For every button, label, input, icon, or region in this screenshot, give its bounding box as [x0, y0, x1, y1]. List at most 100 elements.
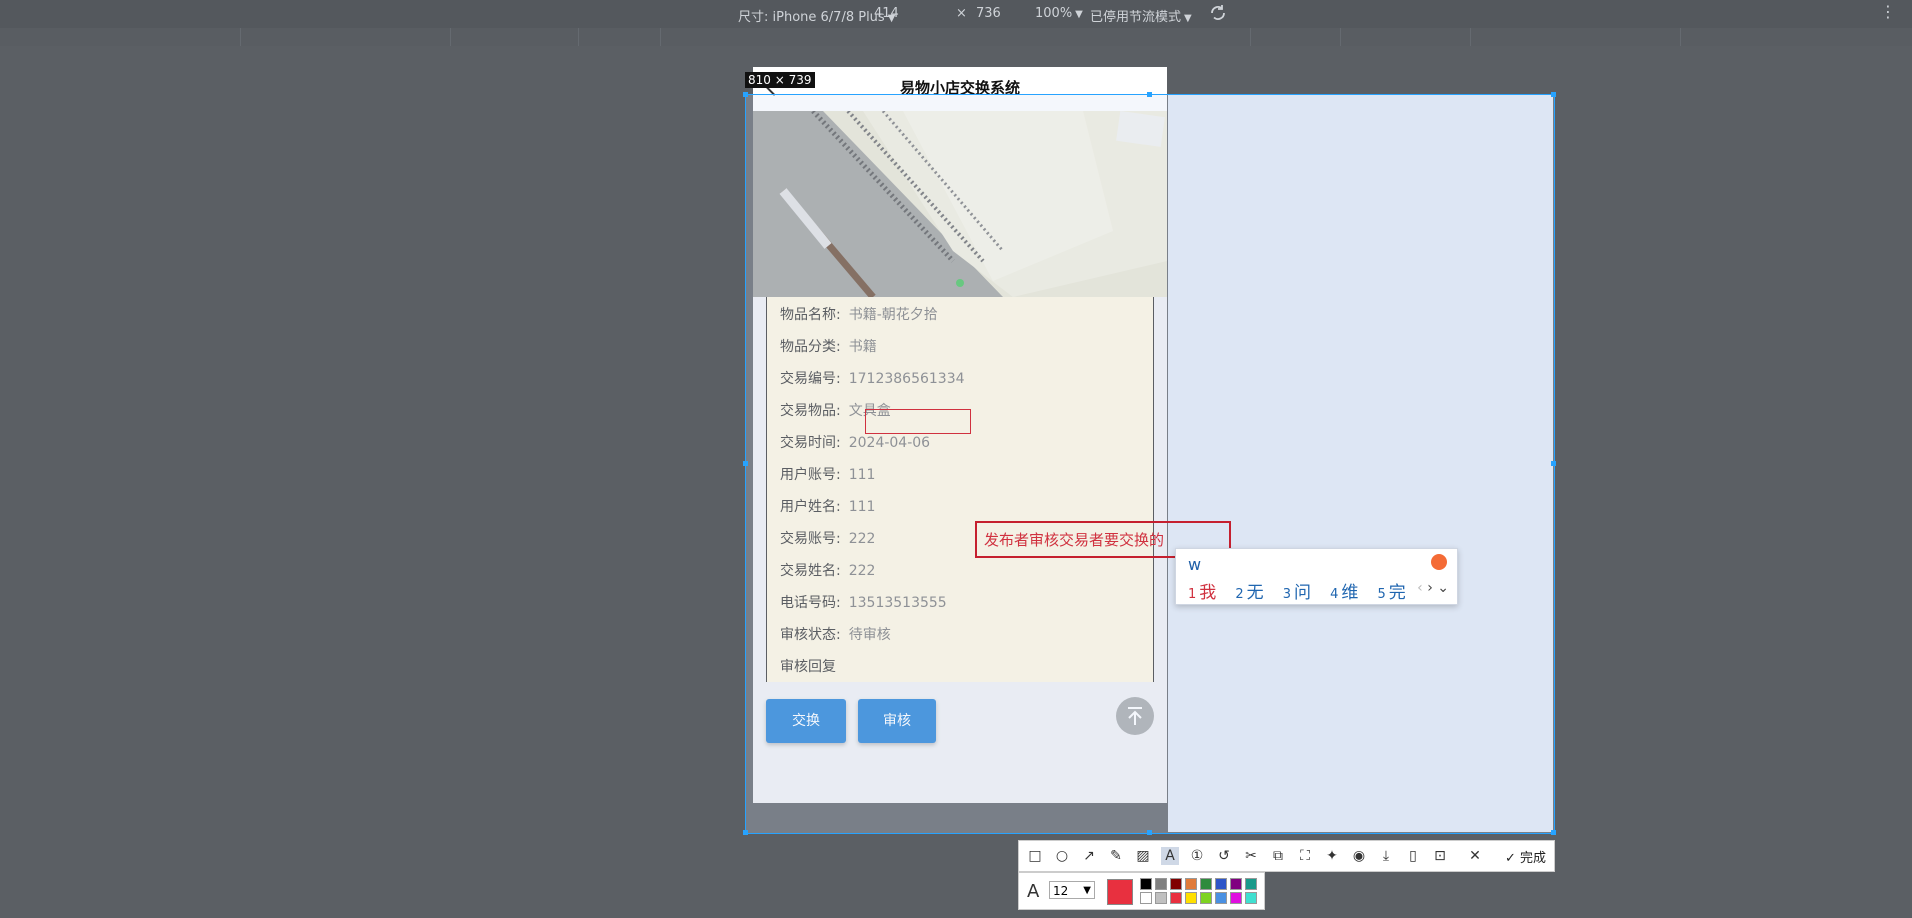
record-icon[interactable]: ◉ — [1350, 847, 1368, 865]
ocr-icon[interactable]: ⛶ — [1296, 847, 1314, 865]
number-tool-icon[interactable]: ① — [1188, 847, 1206, 865]
width-input[interactable]: 414 — [874, 6, 899, 21]
exchange-button[interactable]: 交换 — [766, 699, 846, 743]
chevron-down-icon: ▼ — [1184, 13, 1192, 24]
ime-candidate[interactable]: 4维 — [1330, 578, 1358, 603]
color-swatch[interactable] — [1200, 892, 1212, 904]
audit-button[interactable]: 审核 — [858, 699, 936, 743]
resize-handle[interactable] — [1147, 830, 1152, 835]
text-tool-icon[interactable]: A — [1161, 847, 1179, 865]
device-label: 尺寸: iPhone 6/7/8 Plus — [738, 10, 885, 25]
close-icon[interactable]: ✕ — [1466, 847, 1484, 865]
ruler-tick — [1250, 28, 1251, 46]
detail-row: 物品名称: 书籍-朝花夕拾 — [780, 307, 938, 323]
detail-row: 用户账号: 111 — [780, 467, 876, 483]
chevron-left-icon[interactable]: ‹ — [1417, 580, 1423, 596]
ime-candidate[interactable]: 1我 — [1188, 578, 1216, 603]
resize-handle[interactable] — [743, 830, 748, 835]
color-swatch[interactable] — [1185, 892, 1197, 904]
color-swatch[interactable] — [1245, 892, 1257, 904]
check-icon: ✓ — [1504, 851, 1516, 866]
app-header: 易物小店交换系统 — [753, 67, 1167, 111]
color-swatch[interactable] — [1200, 878, 1212, 890]
media-query-ruler — [0, 28, 1912, 46]
chevron-down-icon: ▼ — [1075, 9, 1083, 20]
more-icon[interactable]: ⋮ — [1880, 2, 1896, 21]
annotation-text[interactable]: 发布者审核交易者要交换的 — [984, 529, 1164, 550]
color-swatch[interactable] — [1245, 878, 1257, 890]
resize-handle[interactable] — [1551, 461, 1556, 466]
color-swatch[interactable] — [1140, 892, 1152, 904]
ime-candidate-list: 1我 2无 3问 4维 5完 — [1188, 578, 1420, 603]
zoom-label: 100% — [1035, 6, 1073, 21]
color-swatch[interactable] — [1215, 878, 1227, 890]
item-image — [753, 111, 1167, 297]
color-swatch[interactable] — [1155, 878, 1167, 890]
current-color-swatch[interactable] — [1107, 879, 1133, 905]
detail-row: 用户姓名: 111 — [780, 499, 876, 515]
resize-handle[interactable] — [1551, 830, 1556, 835]
download-icon[interactable]: ⤓ — [1377, 847, 1395, 865]
pen-tool-icon[interactable]: ✎ — [1107, 847, 1125, 865]
ime-candidate[interactable]: 3问 — [1283, 578, 1311, 603]
resize-handle[interactable] — [743, 461, 748, 466]
height-input[interactable]: 736 — [976, 6, 1001, 21]
chevron-right-icon[interactable]: › — [1427, 580, 1433, 596]
font-size-value: 12 — [1053, 884, 1069, 898]
ruler-tick — [1470, 28, 1471, 46]
detail-row: 交易姓名: 222 — [780, 563, 876, 579]
color-swatch[interactable] — [1215, 892, 1227, 904]
color-swatch[interactable] — [1230, 878, 1242, 890]
font-size-select[interactable]: 12 ▼ — [1049, 881, 1095, 899]
color-swatch[interactable] — [1140, 878, 1152, 890]
detail-row: 交易编号: 1712386561334 — [780, 371, 965, 387]
detail-card: 物品名称: 书籍-朝花夕拾 物品分类: 书籍 交易编号: 1712386561334 … — [766, 297, 1154, 682]
ime-logo-icon[interactable] — [1431, 554, 1447, 570]
rotate-icon[interactable] — [1208, 3, 1228, 27]
done-button[interactable]: ✓ 完成 — [1505, 847, 1546, 866]
translate-icon[interactable]: ⧉ — [1269, 847, 1287, 865]
ruler-tick — [578, 28, 579, 46]
detail-row: 审核状态: 待审核 — [780, 627, 891, 643]
pin-icon[interactable]: ✦ — [1323, 847, 1341, 865]
annotation-rectangle[interactable] — [865, 409, 971, 434]
text-style-bar: A 12 ▼ — [1018, 872, 1265, 910]
color-swatch[interactable] — [1155, 892, 1167, 904]
undo-icon[interactable]: ↺ — [1215, 847, 1233, 865]
phone-icon[interactable]: ▯ — [1404, 847, 1422, 865]
resize-handle[interactable] — [1551, 92, 1556, 97]
color-swatch[interactable] — [1230, 892, 1242, 904]
font-icon: A — [1027, 881, 1040, 902]
back-to-top-icon[interactable] — [1116, 697, 1154, 735]
chevron-down-icon: ▼ — [1083, 885, 1091, 896]
ime-page-nav[interactable]: ‹ › ⌄ — [1417, 580, 1449, 596]
bookmark-icon[interactable]: ⊡ — [1431, 847, 1449, 865]
ime-candidate[interactable]: 5完 — [1378, 578, 1406, 603]
ellipse-tool-icon[interactable]: ○ — [1053, 847, 1071, 865]
resize-handle[interactable] — [1147, 92, 1152, 97]
mosaic-tool-icon[interactable]: ▨ — [1134, 847, 1152, 865]
arrow-tool-icon[interactable]: ↗ — [1080, 847, 1098, 865]
ruler-tick — [1340, 28, 1341, 46]
resize-handle[interactable] — [743, 92, 748, 97]
scissors-icon[interactable]: ✂ — [1242, 847, 1260, 865]
device-select[interactable]: 尺寸: iPhone 6/7/8 Plus ▼ — [738, 6, 895, 25]
throttle-select[interactable]: 已停用节流模式 ▼ — [1090, 6, 1192, 25]
detail-row: 审核回复 — [780, 659, 836, 675]
detail-row: 电话号码: 13513513555 — [780, 595, 947, 611]
chevron-down-icon[interactable]: ⌄ — [1437, 580, 1449, 596]
ime-composition: w — [1188, 555, 1202, 574]
detail-row: 交易账号: 222 — [780, 531, 876, 547]
rectangle-tool-icon[interactable]: □ — [1026, 847, 1044, 865]
ime-candidate[interactable]: 2无 — [1235, 578, 1263, 603]
zoom-select[interactable]: 100% ▼ — [1035, 6, 1083, 21]
ruler-tick — [450, 28, 451, 46]
annotation-toolbar: □ ○ ↗ ✎ ▨ A ① ↺ ✂ ⧉ ⛶ ✦ ◉ ⤓ ▯ ⊡ ✕ ✓ 完成 — [1018, 840, 1555, 872]
color-swatch[interactable] — [1185, 878, 1197, 890]
detail-row: 交易时间: 2024-04-06 — [780, 435, 931, 451]
selection-area — [1168, 95, 1553, 832]
color-swatch[interactable] — [1170, 878, 1182, 890]
done-label: 完成 — [1519, 851, 1546, 866]
color-swatch[interactable] — [1170, 892, 1182, 904]
ruler-tick — [1680, 28, 1681, 46]
